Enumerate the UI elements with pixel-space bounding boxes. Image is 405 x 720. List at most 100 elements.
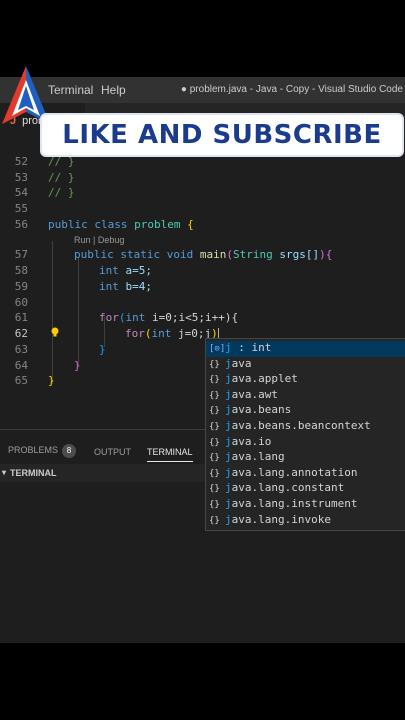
suggestion-item[interactable]: {} java.beans.beancontext [206, 419, 405, 435]
package-icon: {} [209, 515, 220, 526]
package-icon: {} [209, 422, 220, 432]
code-line-54: // } [48, 186, 75, 199]
line-number: 63 [14, 343, 28, 356]
title-bar: Terminal Help ● problem.java - Java - Co… [0, 77, 405, 103]
suggestion-item[interactable]: {} java.lang [206, 450, 405, 466]
problems-count-badge: 8 [62, 444, 77, 458]
suggestion-text: ava.lang [231, 450, 285, 464]
line-number: 53 [14, 171, 28, 184]
tab-problems-label: PROBLEMS [8, 445, 59, 455]
menu-help[interactable]: Help [101, 83, 126, 97]
code-line-59: int b=4; [99, 280, 152, 293]
line-number: 56 [14, 218, 28, 231]
line-number: 52 [14, 155, 28, 168]
package-icon: {} [209, 468, 220, 479]
menu-terminal[interactable]: Terminal [48, 83, 93, 97]
suggestion-item[interactable]: {} java.applet [206, 372, 405, 388]
suggestion-item[interactable]: {} java.beans [206, 403, 405, 419]
suggestion-item[interactable]: {} java.lang.instrument [206, 497, 405, 513]
statement: i=0;i<5;i++){ [152, 311, 239, 324]
suggestion-item[interactable]: {} java.lang.annotation [206, 466, 405, 482]
line-number: 64 [14, 359, 28, 372]
package-icon: {} [209, 375, 220, 386]
suggestion-match: j [225, 419, 232, 432]
keyword: int [151, 327, 172, 340]
chevron-down-icon: ▾ [2, 468, 7, 477]
suggestion-text: ava.io [231, 434, 272, 448]
package-icon: {} [209, 406, 220, 417]
package-icon: {} [209, 453, 220, 464]
line-number: 65 [14, 374, 28, 387]
line-number: 59 [14, 280, 28, 293]
suggestion-match: j [225, 497, 232, 510]
window-title: ● problem.java - Java - Copy - Visual St… [180, 84, 403, 95]
code-line-57: public static void main(String srgs[]){ [74, 248, 333, 261]
line-number-active: 62 [14, 327, 28, 340]
suggestion-item[interactable]: {} java.io [206, 435, 405, 451]
suggestion-match: j [225, 512, 232, 526]
suggestion-text: ava.lang.invoke [231, 512, 331, 526]
code-line-63: } [99, 343, 106, 356]
suggestion-text: ava.applet [231, 372, 298, 386]
codelens-run-debug[interactable]: Run | Debug [74, 235, 124, 245]
line-number: 60 [14, 296, 28, 309]
line-number: 57 [14, 248, 28, 261]
keyword: int [99, 280, 119, 293]
param-type: String [232, 248, 273, 261]
suggestion-text: ava.lang.annotation [231, 465, 358, 479]
variable-icon: [⊙] [209, 344, 226, 354]
tab-output[interactable]: OUTPUT [94, 447, 131, 457]
suggestion-text: ava.lang.instrument [231, 497, 358, 510]
suggestion-match: j [225, 356, 232, 370]
lightbulb-icon[interactable] [50, 327, 60, 337]
indent-guide [78, 257, 79, 365]
line-number: 55 [14, 202, 28, 215]
keyword: int [99, 264, 119, 277]
suggestion-text: ava.beans.beancontext [231, 419, 371, 432]
suggestion-item[interactable]: [⊙]j : int [206, 341, 405, 357]
keyword: for [99, 311, 119, 324]
tab-terminal[interactable]: TERMINAL [147, 447, 193, 462]
brace: { [187, 218, 194, 231]
statement: b=4; [125, 280, 153, 293]
package-icon: {} [209, 437, 220, 448]
keyword: int [125, 311, 146, 324]
suggestion-match: j [225, 372, 232, 386]
suggestion-match: j [225, 450, 232, 464]
code-line-65: } [48, 374, 55, 387]
suggestion-text: ava [231, 356, 252, 370]
suggestion-match: j [225, 434, 232, 448]
tab-problems[interactable]: PROBLEMS 8 [8, 444, 77, 458]
code-line-61: for(int i=0;i<5;i++){ [99, 311, 239, 324]
suggestion-match: j [225, 481, 232, 495]
suggestion-item[interactable]: {} java.lang.constant [206, 481, 405, 497]
line-number: 58 [14, 264, 28, 277]
like-subscribe-banner: LIKE AND SUBSCRIBE [40, 113, 404, 157]
suggestion-match: j [225, 465, 232, 479]
suggestion-item[interactable]: {} java [206, 357, 405, 373]
banner-text: LIKE AND SUBSCRIBE [62, 120, 382, 150]
suggestion-text: ava.awt [231, 387, 278, 401]
suggestion-match: j [225, 403, 232, 417]
param-name: srgs[] [279, 248, 320, 261]
keyword: public class [48, 218, 128, 231]
brace: { [325, 248, 333, 261]
code-line-64: } [74, 359, 81, 372]
suggestion-item[interactable]: {} java.awt [206, 388, 405, 404]
vscode-window: Terminal Help ● problem.java - Java - Co… [0, 77, 405, 643]
suggestion-text: : int [231, 341, 272, 354]
suggestion-text: ava.beans [231, 403, 292, 417]
line-number: 54 [14, 186, 28, 199]
code-line-53: // } [48, 171, 75, 184]
suggestion-item[interactable]: {} java.lang.invoke [206, 513, 405, 529]
suggestion-widget[interactable]: [⊙]j : int{} java{} java.applet{} java.awt{… [205, 338, 405, 531]
suggestion-match: j [225, 341, 232, 354]
package-icon: {} [209, 359, 220, 370]
suggestion-match: j [225, 387, 232, 401]
suggestion-text: ava.lang.constant [231, 481, 345, 495]
method-name: main [199, 248, 227, 261]
package-icon: {} [209, 484, 220, 495]
indent-guide [52, 241, 53, 384]
code-line-56: public class problem { [48, 218, 194, 231]
package-icon: {} [209, 390, 220, 401]
